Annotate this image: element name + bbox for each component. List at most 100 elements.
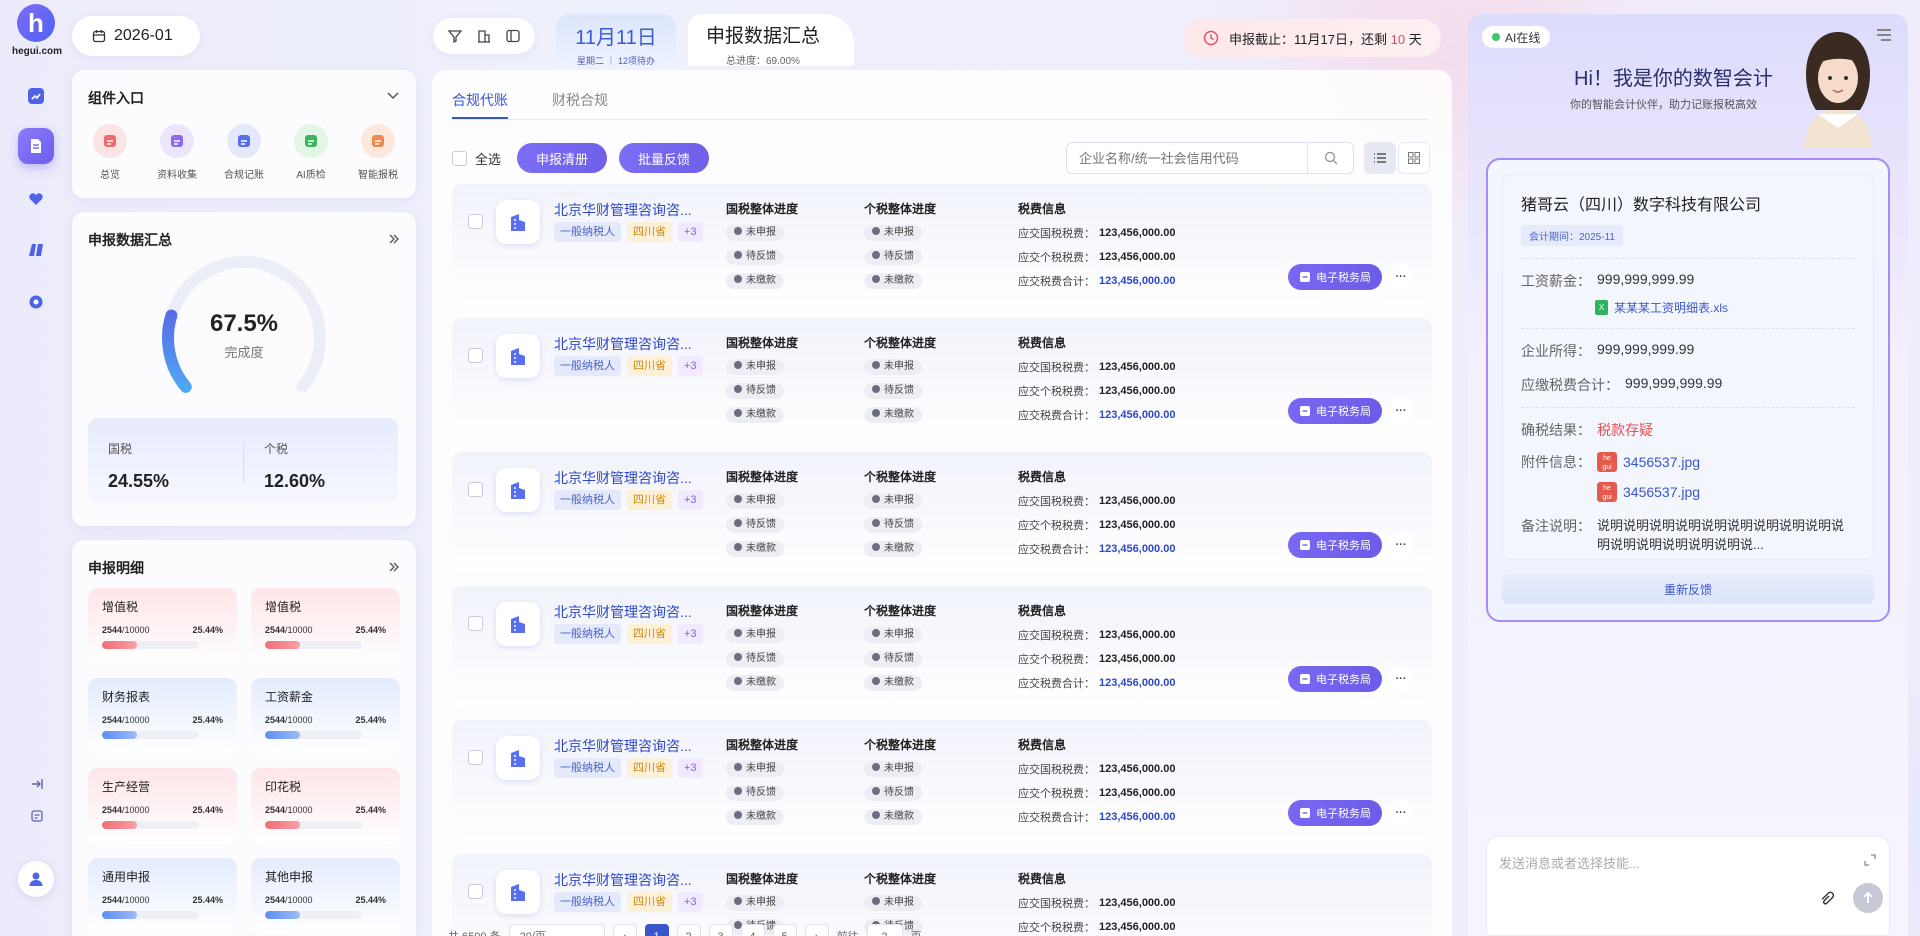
nav-dashboard[interactable] <box>18 78 54 114</box>
building-icon[interactable] <box>476 28 492 44</box>
salary-file-link[interactable]: X 某某某工资明细表.xls <box>1595 299 1855 316</box>
nav-favorites[interactable] <box>18 180 54 216</box>
detail-progress-fill <box>102 821 138 829</box>
detail-numbers: 2544/10000 25.44% <box>265 805 386 815</box>
chat-input-box[interactable]: 发送消息或者选择技能... <box>1486 836 1890 936</box>
etax-bureau-button[interactable]: 电子税务局 <box>1288 532 1382 558</box>
page-size-select[interactable]: 20/页 <box>508 924 605 936</box>
collapse-icon[interactable] <box>28 775 46 793</box>
company-name-link[interactable]: 北京华财管理咨询咨... <box>554 334 692 354</box>
company-name-link[interactable]: 北京华财管理咨询咨... <box>554 200 692 220</box>
sidebar-toggle-icon[interactable] <box>505 28 521 44</box>
row-checkbox[interactable] <box>468 616 483 631</box>
detail-card[interactable]: 工资薪金 2544/10000 25.44% <box>251 678 400 754</box>
tax-amount: 123,456,000.00 <box>1099 361 1176 373</box>
component-item[interactable]: 资料收集 <box>151 124 203 181</box>
page-2[interactable]: 2 <box>676 924 701 936</box>
company-name-link[interactable]: 北京华财管理咨询咨... <box>554 736 692 756</box>
row-checkbox[interactable] <box>468 348 483 363</box>
detail-card[interactable]: 通用申报 2544/10000 25.44% <box>88 858 237 934</box>
chevron-down-icon[interactable] <box>386 90 400 102</box>
row-checkbox[interactable] <box>468 482 483 497</box>
user-avatar-icon[interactable] <box>18 861 54 897</box>
next-page-button[interactable]: › <box>804 924 829 936</box>
status-text: 未缴款 <box>884 543 914 554</box>
select-all-checkbox[interactable] <box>452 150 467 166</box>
nav-declare[interactable] <box>18 128 54 164</box>
attachment-clip-icon[interactable] <box>1819 891 1835 907</box>
detail-card[interactable]: 增值税 2544/10000 25.44% <box>88 588 237 664</box>
tax-report-icon <box>361 124 395 158</box>
company-name-link[interactable]: 北京华财管理咨询咨... <box>554 602 692 622</box>
menu-icon[interactable] <box>1876 28 1892 42</box>
more-actions-button[interactable]: ··· <box>1388 800 1414 826</box>
image-file-icon: he gui <box>1597 482 1617 502</box>
status-text: 未申报 <box>884 227 914 238</box>
today-tab[interactable]: 11月11日 星期二 ｜ 12项待办 <box>556 14 676 66</box>
company-name-link[interactable]: 北京华财管理咨询咨... <box>554 468 692 488</box>
more-tags-badge[interactable]: +3 <box>678 222 703 242</box>
batch-feedback-button[interactable]: 批量反馈 <box>619 143 710 173</box>
detail-card[interactable]: 生产经营 2544/10000 25.44% <box>88 768 237 844</box>
page-3[interactable]: 3 <box>708 924 733 936</box>
more-actions-button[interactable]: ··· <box>1388 666 1414 692</box>
list-view-button[interactable] <box>1364 142 1396 174</box>
etax-bureau-button[interactable]: 电子税务局 <box>1288 666 1382 692</box>
etax-bureau-button[interactable]: 电子税务局 <box>1288 398 1382 424</box>
row-checkbox[interactable] <box>468 884 483 899</box>
page-4[interactable]: 4 <box>740 924 765 936</box>
status-pill: 待反馈 <box>726 249 784 265</box>
etax-bureau-button[interactable]: 电子税务局 <box>1288 800 1382 826</box>
detail-card[interactable]: 财务报表 2544/10000 25.44% <box>88 678 237 754</box>
double-chevron-right-icon[interactable] <box>388 562 400 572</box>
component-item[interactable]: AI质检 <box>285 124 337 181</box>
page-5[interactable]: 5 <box>772 924 797 936</box>
more-actions-button[interactable]: ··· <box>1388 264 1414 290</box>
status-dot <box>872 543 880 551</box>
row-checkbox[interactable] <box>468 214 483 229</box>
double-chevron-right-icon[interactable] <box>388 234 400 244</box>
salary-file-name: 某某某工资明细表.xls <box>1614 301 1729 315</box>
detail-card[interactable]: 其他申报 2544/10000 25.44% <box>251 858 400 934</box>
tab-tax-compliance[interactable]: 财税合规 <box>552 90 608 119</box>
logo[interactable]: h hegui.com <box>12 4 62 58</box>
declare-list-button[interactable]: 申报清册 <box>517 143 608 173</box>
attachment-link[interactable]: he gui 3456537.jpg <box>1597 452 1700 472</box>
detail-card[interactable]: 增值税 2544/10000 25.44% <box>251 588 400 664</box>
goto-page-input[interactable]: 2 <box>866 924 903 936</box>
prev-page-button[interactable]: ‹ <box>612 924 637 936</box>
grid-view-button[interactable] <box>1398 142 1430 174</box>
refeedback-button[interactable]: 重新反馈 <box>1502 574 1874 604</box>
tax-row: 应交个税税费： 123,456,000.00 <box>1018 651 1175 667</box>
nav-settings[interactable] <box>18 284 54 320</box>
document-icon[interactable] <box>28 807 46 825</box>
component-item[interactable]: 总览 <box>84 124 136 181</box>
page-1[interactable]: 1 <box>644 924 669 936</box>
nav-library[interactable] <box>18 232 54 268</box>
send-button[interactable] <box>1853 883 1883 913</box>
status-row: 待反馈 <box>864 517 936 533</box>
tab-compliance-bookkeeping[interactable]: 合规代账 <box>452 90 508 119</box>
summary-tab[interactable]: 申报数据汇总 总进度：69.00% <box>688 14 854 67</box>
component-item[interactable]: 智能报税 <box>352 124 404 181</box>
attachment-link[interactable]: he gui 3456537.jpg <box>1597 482 1700 502</box>
more-tags-badge[interactable]: +3 <box>678 356 703 376</box>
component-item[interactable]: 合规记账 <box>218 124 270 181</box>
expand-icon[interactable] <box>1863 853 1877 867</box>
pagination: 共 6500 条 20/页 ‹ 1 2 3 4 5 › 前往 2 页 <box>448 924 922 936</box>
month-picker[interactable]: 2026-01 <box>72 16 200 56</box>
detail-card[interactable]: 印花税 2544/10000 25.44% <box>251 768 400 844</box>
search-button[interactable] <box>1307 143 1353 173</box>
etax-bureau-button[interactable]: 电子税务局 <box>1288 264 1382 290</box>
more-tags-badge[interactable]: +3 <box>678 758 703 778</box>
more-tags-badge[interactable]: +3 <box>678 490 703 510</box>
status-text: 未申报 <box>746 629 776 640</box>
more-actions-button[interactable]: ··· <box>1388 398 1414 424</box>
company-name-link[interactable]: 北京华财管理咨询咨... <box>554 870 692 890</box>
more-tags-badge[interactable]: +3 <box>678 892 703 912</box>
more-actions-button[interactable]: ··· <box>1388 532 1414 558</box>
search-input[interactable] <box>1067 150 1307 166</box>
row-checkbox[interactable] <box>468 750 483 765</box>
more-tags-badge[interactable]: +3 <box>678 624 703 644</box>
filter-icon[interactable] <box>447 28 463 44</box>
